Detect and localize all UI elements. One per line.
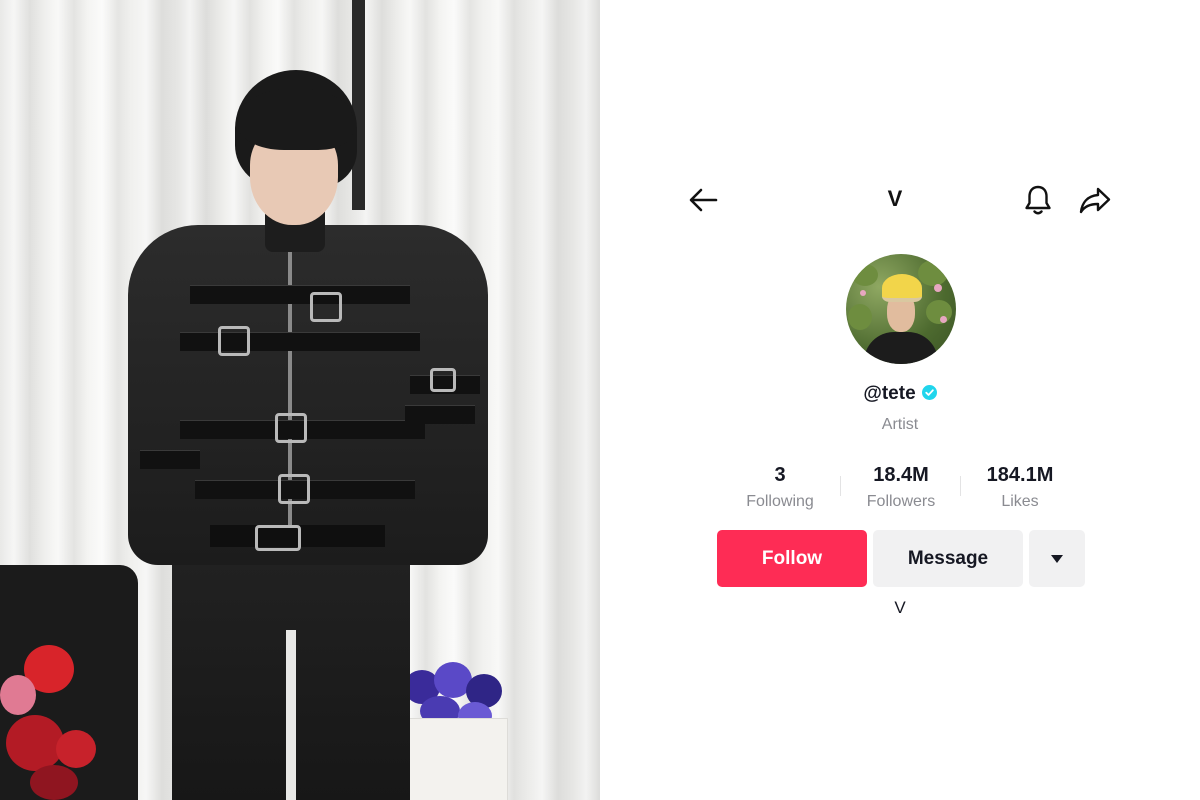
followers-count: 18.4M [873, 464, 929, 486]
likes-count: 184.1M [986, 464, 1054, 486]
likes-label: Likes [1001, 493, 1039, 510]
bell-icon[interactable] [1024, 184, 1052, 216]
verified-badge-icon [921, 385, 937, 400]
stats-divider [960, 476, 961, 496]
profile-category: Artist [881, 416, 919, 433]
stats-divider [840, 476, 841, 496]
followers-stat[interactable]: 18.4M Followers [841, 462, 961, 511]
message-button[interactable]: Message [873, 530, 1023, 587]
person-in-leather-outfit [120, 70, 500, 800]
page-title: V [887, 186, 903, 211]
profile-photo [0, 0, 600, 800]
caret-down-icon [1051, 554, 1063, 563]
following-label: Following [746, 493, 814, 510]
followers-label: Followers [866, 493, 936, 510]
profile-page: V @tete Artist 3 Following 18.4M Followe… [600, 0, 1200, 800]
following-stat[interactable]: 3 Following [720, 462, 840, 511]
follow-button[interactable]: Follow [717, 530, 867, 587]
profile-stats: 3 Following 18.4M Followers 184.1M Likes [600, 462, 1200, 522]
profile-bio: V [894, 598, 906, 617]
more-options-button[interactable] [1029, 530, 1085, 587]
username: @tete [863, 383, 916, 404]
red-bouquet [0, 565, 140, 800]
share-icon[interactable] [1078, 185, 1112, 215]
following-count: 3 [774, 464, 786, 486]
likes-stat[interactable]: 184.1M Likes [960, 462, 1080, 511]
username-row: @tete [600, 383, 1200, 405]
back-arrow-icon[interactable] [688, 186, 718, 214]
avatar[interactable] [846, 254, 956, 364]
